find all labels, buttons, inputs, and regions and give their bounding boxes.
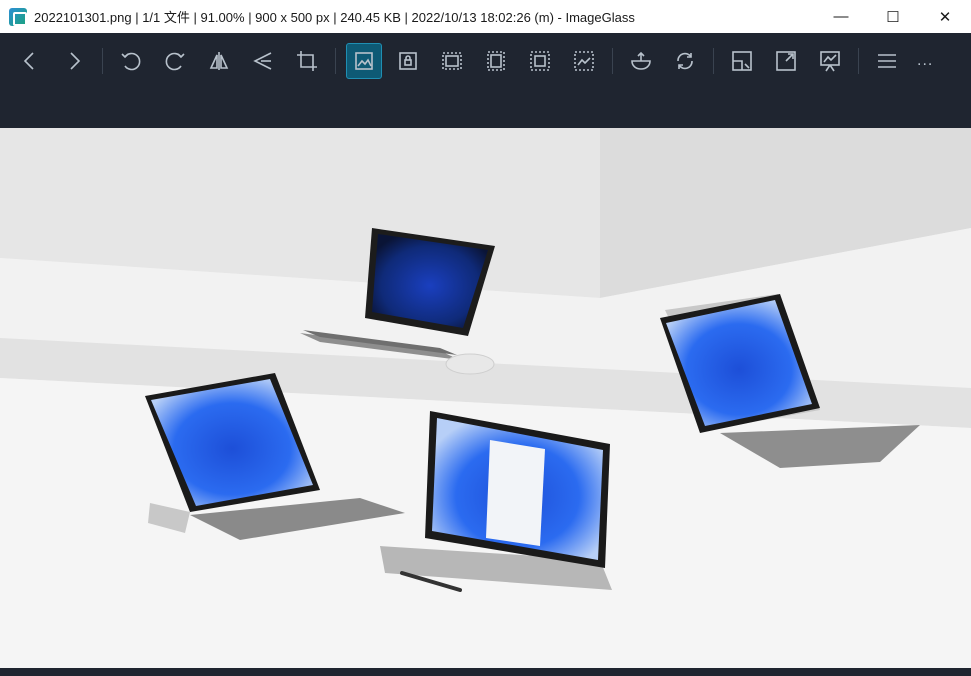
flip-vertical-icon <box>253 51 272 70</box>
flip-vertical-button[interactable] <box>245 43 281 79</box>
flip-horizontal-button[interactable] <box>201 43 237 79</box>
scale-to-fit-button[interactable] <box>522 43 558 79</box>
gallery-button[interactable] <box>724 43 760 79</box>
auto-zoom-button[interactable] <box>346 42 382 79</box>
toolbar-spacer <box>0 88 971 128</box>
previous-icon <box>23 51 34 70</box>
status-strip <box>0 668 971 676</box>
rotate-left-button[interactable] <box>113 43 149 79</box>
lock-zoom-button[interactable] <box>390 43 426 79</box>
toolbar-separator <box>858 47 859 74</box>
open-with-button[interactable] <box>623 43 659 79</box>
image-viewer[interactable] <box>0 128 971 668</box>
minimize-button[interactable]: — <box>815 0 867 33</box>
menu-button[interactable] <box>869 43 905 79</box>
scale-to-fill-button[interactable] <box>566 43 602 79</box>
scale-to-width-button[interactable] <box>434 43 470 79</box>
rotate-right-icon <box>165 52 185 70</box>
open-with-icon <box>631 51 651 70</box>
displayed-image <box>0 128 971 668</box>
next-icon <box>70 51 81 70</box>
next-button[interactable] <box>56 43 92 79</box>
scale-to-height-icon <box>487 50 505 71</box>
scale-to-fill-icon <box>574 50 594 71</box>
scale-to-width-icon <box>442 51 462 70</box>
previous-button[interactable] <box>12 43 48 79</box>
toolbar-separator <box>612 47 613 74</box>
imageglass-app-icon <box>9 7 27 26</box>
slideshow-button[interactable] <box>812 43 848 79</box>
rotate-left-icon <box>121 52 141 70</box>
toolbar-separator <box>713 47 714 74</box>
scale-to-height-button[interactable] <box>478 43 514 79</box>
gallery-icon <box>732 50 752 71</box>
flip-horizontal-icon <box>209 51 229 70</box>
refresh-button[interactable] <box>667 43 703 79</box>
rotate-right-button[interactable] <box>157 43 193 79</box>
slideshow-icon <box>820 50 840 71</box>
window-controls: — ☐ ✕ <box>815 0 971 33</box>
crop-button[interactable] <box>289 43 325 79</box>
window-title: 2022101301.png | 1/1 文件 | 91.00% | 900 x… <box>34 10 635 25</box>
fullscreen-button[interactable] <box>768 43 804 79</box>
lock-zoom-icon <box>399 51 417 70</box>
toolbar-separator <box>102 47 103 74</box>
title-bar: 2022101301.png | 1/1 文件 | 91.00% | 900 x… <box>0 0 971 33</box>
auto-zoom-icon <box>355 51 373 70</box>
fullscreen-icon <box>776 50 796 71</box>
refresh-icon <box>677 52 693 69</box>
toolbar-separator <box>335 47 336 74</box>
more-options-button[interactable]: ... <box>917 52 933 70</box>
crop-icon <box>297 50 317 71</box>
toolbar: ... <box>0 33 971 88</box>
maximize-button[interactable]: ☐ <box>867 0 919 33</box>
menu-icon <box>878 53 896 68</box>
close-button[interactable]: ✕ <box>919 0 971 33</box>
scale-to-fit-icon <box>530 50 550 71</box>
